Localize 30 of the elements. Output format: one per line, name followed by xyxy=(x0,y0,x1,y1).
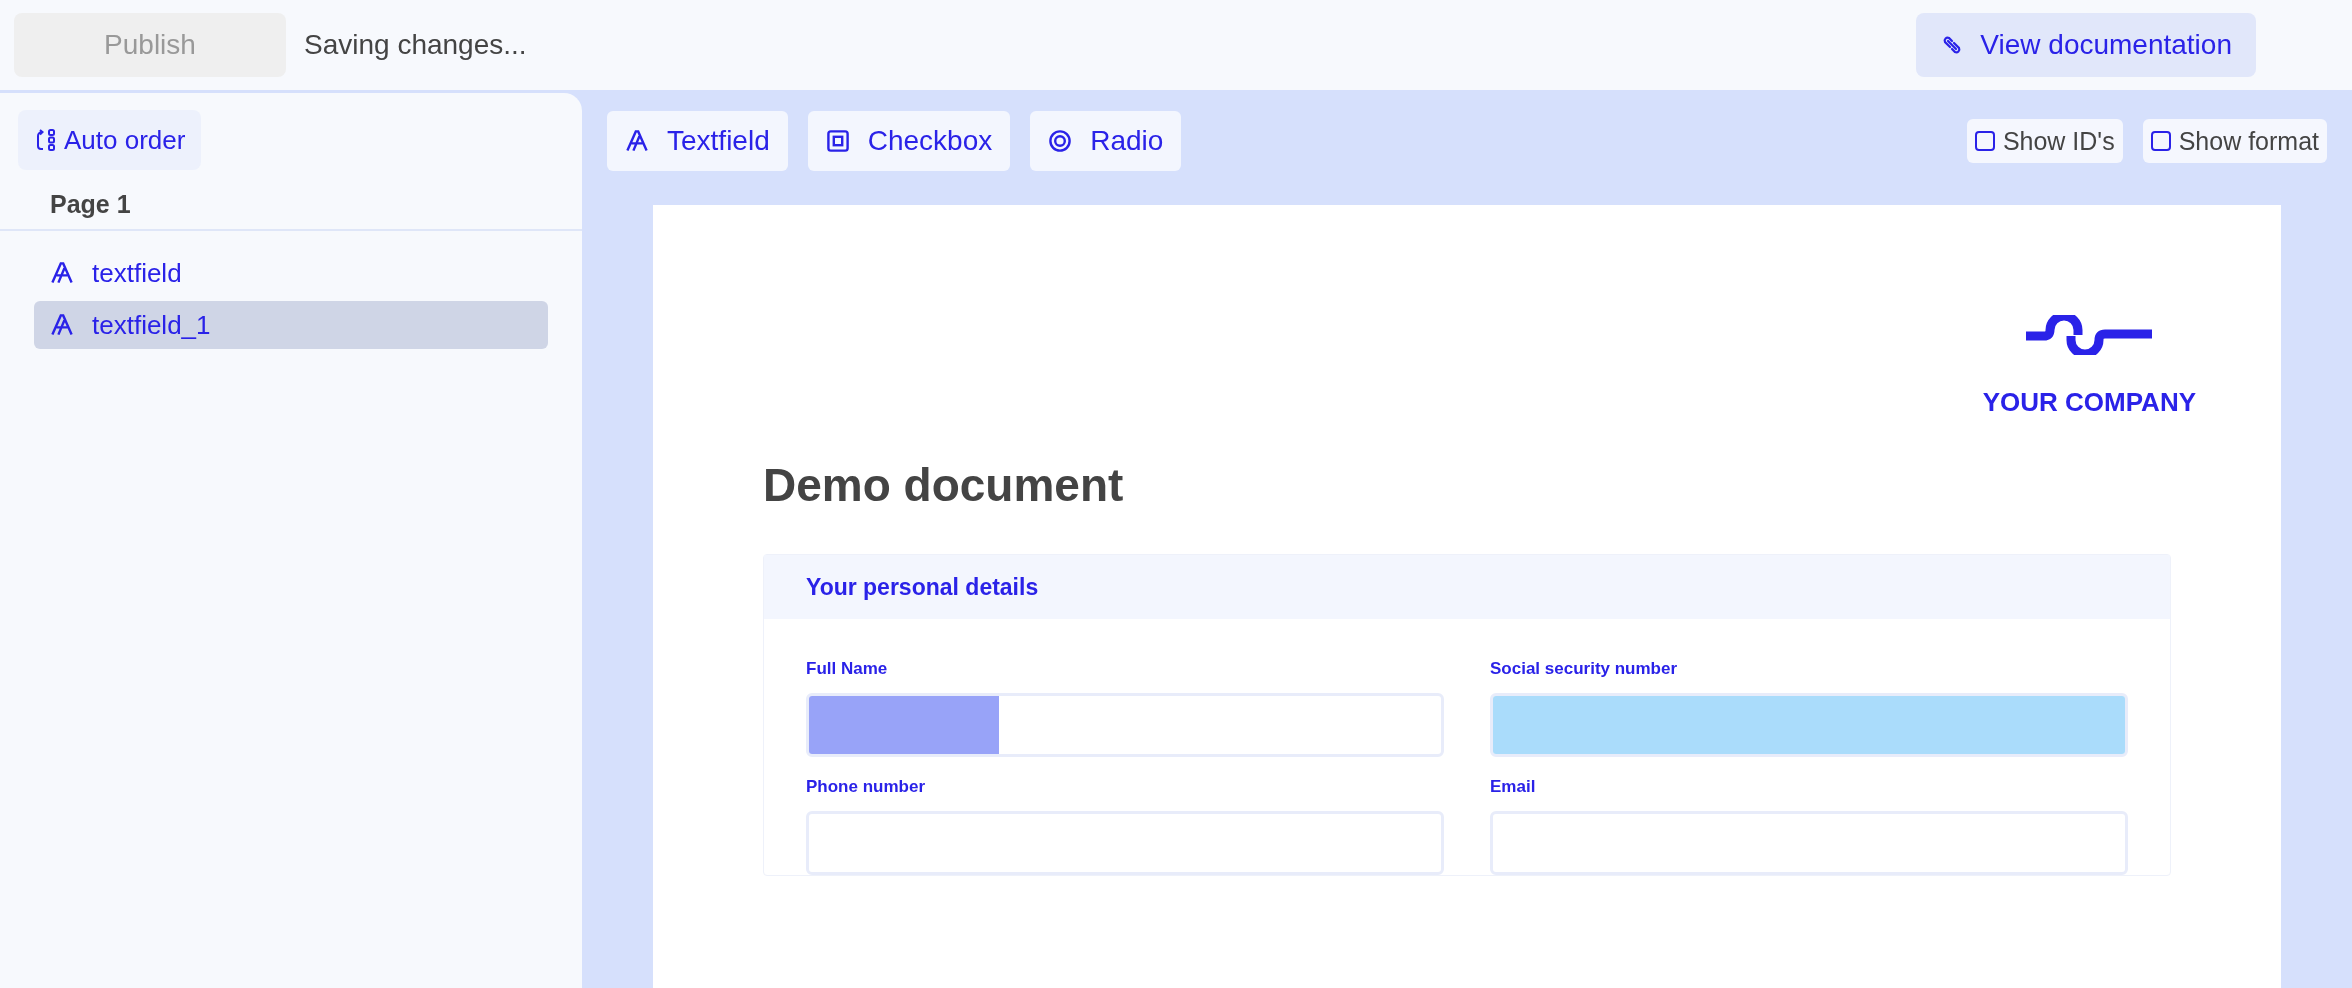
field-label: Full Name xyxy=(806,658,889,679)
checkbox-tool-button[interactable]: Checkbox xyxy=(807,111,1011,171)
checkbox[interactable] xyxy=(1974,131,1995,151)
letter-a-icon xyxy=(50,313,74,337)
letter-a-icon xyxy=(625,129,649,153)
reorder-icon xyxy=(34,128,58,152)
document-title: Demo document xyxy=(763,458,1125,512)
toggle-option[interactable]: Show ID's xyxy=(1966,119,2123,163)
company-logo-icon xyxy=(2026,315,2153,355)
section-title: Your personal details xyxy=(764,555,2170,619)
field-label: Phone number xyxy=(806,776,926,797)
view-documentation-button[interactable]: View documentation xyxy=(1916,13,2256,77)
toggle-option[interactable]: Show format xyxy=(2142,119,2327,163)
radio-icon xyxy=(1048,129,1073,153)
field-label: Social security number xyxy=(1490,658,1679,679)
radio-tool-button[interactable]: Radio xyxy=(1030,111,1182,171)
textfield-tool-button[interactable]: Textfield xyxy=(607,111,788,171)
checkbox[interactable] xyxy=(2150,131,2171,151)
toggle-label: Show format xyxy=(2178,126,2319,156)
company-name: YOUR COMPANY xyxy=(1982,387,2196,418)
square-icon xyxy=(825,129,850,153)
field-list-item[interactable]: textfield_1 xyxy=(34,301,548,349)
toggle-label: Show ID's xyxy=(2002,126,2115,156)
auto-order-button[interactable]: Auto order xyxy=(18,110,202,170)
field-label: Email xyxy=(1490,776,1537,797)
letter-a-icon xyxy=(50,261,74,285)
input-field[interactable] xyxy=(806,693,1444,757)
field-list-item[interactable]: textfield xyxy=(34,249,548,297)
page-heading: Page 1 xyxy=(0,170,582,231)
saving-status: Saving changes... xyxy=(304,29,527,61)
